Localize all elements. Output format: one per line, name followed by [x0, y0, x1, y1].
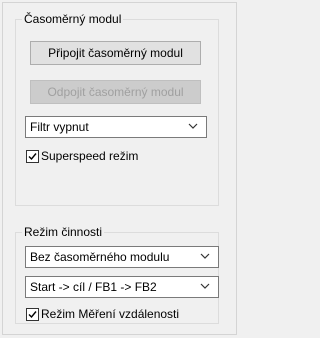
filter-select[interactable]: Filtr vypnut — [25, 116, 207, 138]
timer-module-group-title: Časoměrný modul — [22, 12, 124, 26]
route-select[interactable]: Start -> cíl / FB1 -> FB2 — [25, 276, 219, 298]
module-mode-select[interactable]: Bez časoměrného modulu — [25, 246, 219, 268]
connect-timer-button[interactable]: Připojit časoměrný modul — [30, 41, 201, 65]
chevron-down-icon — [200, 253, 210, 259]
checkmark-icon — [28, 152, 37, 160]
module-mode-select-value: Bez časoměrného modulu — [30, 250, 170, 264]
distance-mode-checkbox-label: Režim Měření vzdálenosti — [41, 307, 180, 321]
disconnect-timer-button[interactable]: Odpojit časoměrný modul — [30, 80, 201, 104]
checkmark-icon — [28, 310, 37, 318]
settings-panel: Časoměrný modul Připojit časoměrný modul… — [2, 2, 237, 335]
superspeed-checkbox[interactable]: Superspeed režim — [26, 148, 138, 164]
distance-mode-checkbox[interactable]: Režim Měření vzdálenosti — [26, 306, 179, 322]
chevron-down-icon — [188, 123, 198, 129]
superspeed-checkbox-box[interactable] — [26, 149, 39, 163]
filter-select-value: Filtr vypnut — [30, 120, 89, 134]
route-select-value: Start -> cíl / FB1 -> FB2 — [30, 280, 157, 294]
chevron-down-icon — [200, 283, 210, 289]
distance-mode-checkbox-box[interactable] — [26, 307, 39, 321]
operation-mode-group-title: Režim činnosti — [22, 225, 105, 239]
superspeed-checkbox-label: Superspeed režim — [41, 149, 139, 163]
